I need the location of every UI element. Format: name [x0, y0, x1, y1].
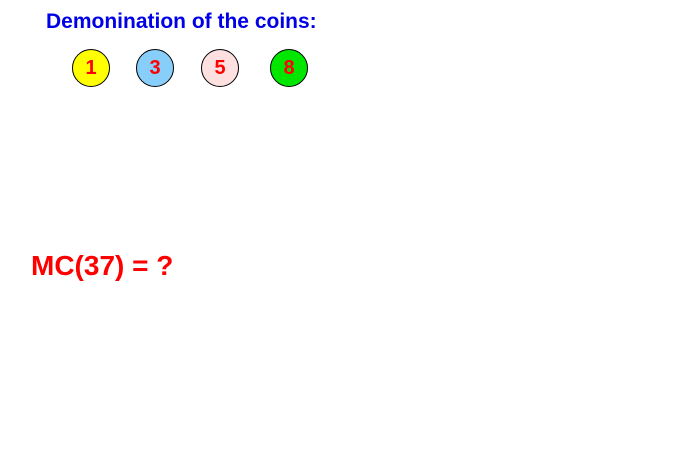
- min-coins-question: MC(37) = ?: [31, 250, 174, 281]
- coin-value: 1: [85, 57, 97, 79]
- coin-5: 5: [201, 49, 239, 87]
- coin-value: 3: [149, 57, 161, 79]
- coin-row: 1 3 5 8: [0, 0, 690, 120]
- coin-value: 5: [214, 57, 226, 79]
- coin-value: 8: [283, 57, 295, 79]
- coin-3: 3: [136, 49, 174, 87]
- coin-1: 1: [72, 49, 110, 87]
- coin-8: 8: [270, 49, 308, 87]
